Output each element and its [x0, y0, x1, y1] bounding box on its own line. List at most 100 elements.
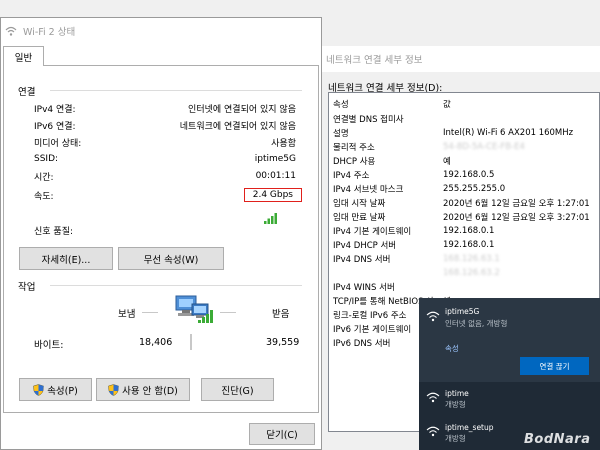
value-cell: 예 [443, 156, 451, 167]
properties-button[interactable]: 속성(P) [19, 378, 92, 401]
value-cell: 2020년 6월 12일 금요일 오후 1:27:01 [443, 198, 590, 209]
row-label: IPv6 연결: [34, 121, 76, 132]
connection-section-title: 연결 [18, 87, 36, 98]
wifi-icon [5, 26, 17, 36]
divider [50, 90, 302, 91]
received-label: 받음 [272, 309, 290, 320]
window-title: Wi-Fi 2 상태 [23, 27, 76, 38]
property-cell: IPv4 기본 게이트웨이 [333, 226, 412, 237]
general-panel: 연결 IPv4 연결: 인터넷에 연결되어 있지 않음 IPv6 연결: 네트워… [3, 65, 319, 413]
table-row[interactable]: IPv4 DNS 서버 168.126.63.1 [329, 252, 599, 265]
row-ssid: SSID: iptime5G [34, 152, 296, 166]
value-cell: 255.255.255.0 [443, 183, 506, 194]
table-row[interactable]: 임대 시작 날짜 2020년 6월 12일 금요일 오후 1:27:01 [329, 196, 599, 209]
title-bar[interactable]: Wi-Fi 2 상태 [1, 18, 321, 44]
signal-quality-label: 신호 품질: [34, 227, 74, 237]
bytes-label: 바이트: [34, 340, 64, 351]
table-row[interactable]: 연결별 DNS 접미사 [329, 112, 599, 125]
table-row[interactable]: IPv4 WINS 서버 [329, 280, 599, 293]
network-status: 인터넷 없음, 개방형 [445, 319, 508, 328]
wifi-flyout: iptime5G 인터넷 없음, 개방형 속성 연결 끊기 iptime 개방형… [419, 298, 600, 450]
table-row[interactable]: DHCP 사용 예 [329, 154, 599, 167]
network-status: 개방형 [445, 434, 466, 443]
table-row[interactable]: 설명 Intel(R) Wi-Fi 6 AX201 160MHz [329, 126, 599, 139]
received-line [220, 312, 236, 313]
disconnect-button[interactable]: 연결 끊기 [520, 357, 589, 375]
network-properties-link[interactable]: 속성 [445, 343, 459, 354]
wireless-properties-button[interactable]: 무선 속성(W) [118, 247, 224, 270]
table-row[interactable]: IPv4 기본 게이트웨이 192.168.0.1 [329, 224, 599, 237]
disable-button-label: 사용 안 함(D) [122, 385, 178, 397]
network-name: iptime5G [445, 307, 480, 316]
property-cell: IPv4 DHCP 서버 [333, 240, 397, 251]
row-label: 시간: [34, 172, 54, 183]
value-header: 값 [443, 99, 451, 110]
diagnose-button[interactable]: 진단(G) [201, 378, 274, 401]
value-cell: 192.168.0.1 [443, 225, 495, 236]
value-cell-blurred: 54-8D-5A-CE-FB-E4 [443, 141, 525, 152]
table-row[interactable]: 임대 만료 날짜 2020년 6월 12일 금요일 오후 3:27:01 [329, 210, 599, 223]
wifi-icon [426, 426, 440, 437]
wifi-status-window: Wi-Fi 2 상태 일반 연결 IPv4 연결: 인터넷에 연결되어 있지 않… [0, 17, 322, 450]
details-title-bar[interactable]: 네트워크 연결 세부 정보 [322, 46, 600, 72]
row-time: 시간: 00:01:11 [34, 169, 296, 183]
row-label: 속도: [34, 191, 54, 202]
network-name: iptime_setup [445, 423, 494, 432]
table-row[interactable]: IPv4 DHCP 서버 192.168.0.1 [329, 238, 599, 251]
value-cell: 192.168.0.1 [443, 239, 495, 250]
value-cell: 192.168.0.5 [443, 169, 495, 180]
row-media-state: 미디어 상태: 사용함 [34, 135, 296, 149]
wifi-icon [426, 311, 440, 322]
property-cell: IPv4 주소 [333, 170, 370, 181]
uac-shield-icon [108, 383, 119, 396]
value-cell-blurred: 168.126.63.1 [443, 253, 500, 264]
table-row[interactable]: 물리적 주소 54-8D-5A-CE-FB-E4 [329, 140, 599, 153]
property-cell: IPv4 WINS 서버 [333, 282, 395, 293]
row-label: IPv4 연결: [34, 104, 76, 115]
row-speed: 속도: 2.4 Gbps [34, 186, 302, 204]
property-cell: DHCP 사용 [333, 156, 376, 167]
table-row[interactable]: IPv4 주소 192.168.0.5 [329, 168, 599, 181]
activity-section-title: 작업 [18, 282, 36, 293]
network-computers-icon [175, 295, 213, 323]
sent-label: 보냄 [118, 309, 136, 320]
property-cell: 임대 만료 날짜 [333, 212, 386, 223]
wifi-icon [426, 392, 440, 403]
row-label: 미디어 상태: [34, 138, 82, 149]
signal-strength-icon [264, 213, 277, 224]
bytes-sent-value: 18,406 [139, 337, 173, 348]
property-cell: 연결별 DNS 접미사 [333, 114, 404, 125]
table-row[interactable]: 168.126.63.2 [329, 266, 599, 279]
row-ipv6: IPv6 연결: 네트워크에 연결되어 있지 않음 [34, 118, 296, 132]
row-value: 인터넷에 연결되어 있지 않음 [188, 104, 296, 115]
row-value: 네트워크에 연결되어 있지 않음 [179, 121, 296, 132]
divider [50, 285, 302, 286]
property-header: 속성 [333, 99, 349, 110]
row-label: SSID: [34, 154, 59, 164]
properties-button-label: 속성(P) [47, 385, 78, 397]
speed-value-highlight: 2.4 Gbps [243, 188, 302, 202]
property-cell: IPv4 DNS 서버 [333, 254, 391, 265]
property-cell: 설명 [333, 128, 349, 139]
value-cell: 2020년 6월 12일 금요일 오후 3:27:01 [443, 212, 590, 223]
network-name: iptime [445, 389, 469, 398]
close-button[interactable]: 닫기(C) [249, 423, 315, 445]
network-status: 개방형 [445, 400, 466, 409]
tab-general[interactable]: 일반 [3, 46, 44, 66]
table-row[interactable]: IPv4 서브넷 마스크 255.255.255.0 [329, 182, 599, 195]
disable-button[interactable]: 사용 안 함(D) [96, 378, 190, 401]
bytes-received-value: 39,559 [266, 337, 300, 348]
sent-line [142, 312, 158, 313]
row-value: 00:01:11 [255, 171, 296, 181]
property-cell: 물리적 주소 [333, 142, 375, 153]
row-value: 사용함 [271, 138, 296, 149]
value-cell: Intel(R) Wi-Fi 6 AX201 160MHz [443, 127, 574, 138]
row-ipv4: IPv4 연결: 인터넷에 연결되어 있지 않음 [34, 101, 296, 115]
row-value: iptime5G [254, 154, 296, 164]
details-button[interactable]: 자세히(E)... [19, 247, 113, 270]
bytes-separator [190, 334, 192, 350]
details-header-row: 속성 값 [329, 97, 599, 110]
value-cell-blurred: 168.126.63.2 [443, 267, 500, 278]
property-cell: IPv4 서브넷 마스크 [333, 184, 404, 195]
property-cell: 임대 시작 날짜 [333, 198, 386, 209]
